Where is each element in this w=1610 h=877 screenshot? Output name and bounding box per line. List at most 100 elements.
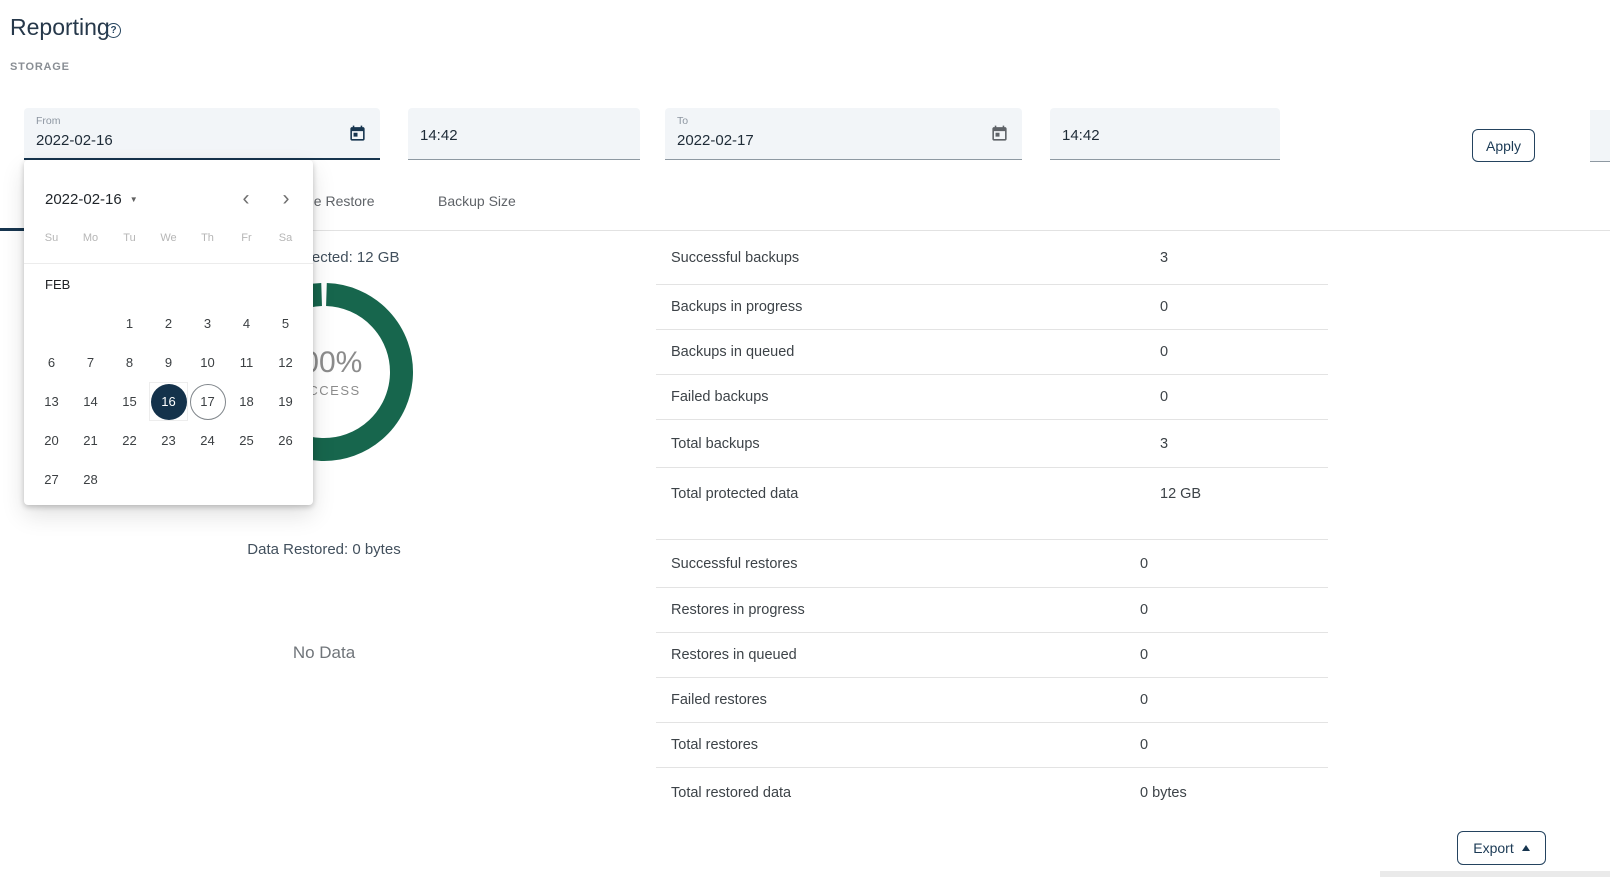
- calendar-day[interactable]: 19: [266, 382, 305, 421]
- calendar-day[interactable]: 15: [110, 382, 149, 421]
- calendar-day-number: 26: [268, 423, 304, 459]
- next-month-button[interactable]: ›: [272, 185, 300, 213]
- clipped-field-edge: [1590, 110, 1610, 162]
- calendar-day-number: 11: [229, 345, 265, 381]
- calendar-day-number: 21: [73, 423, 109, 459]
- calendar-empty-cell: [227, 460, 266, 499]
- calendar-day[interactable]: 21: [71, 421, 110, 460]
- backup-summary-table: Successful backups 3 Backups in progress…: [656, 231, 1328, 540]
- row-value: 0: [1140, 556, 1148, 572]
- active-tab-indicator: [0, 228, 24, 231]
- tab-backup-size[interactable]: Backup Size: [438, 193, 516, 209]
- row-value: 0: [1140, 647, 1148, 663]
- calendar-day-number: 25: [229, 423, 265, 459]
- calendar-icon[interactable]: [348, 124, 367, 143]
- restore-summary-table: Successful restores 0 Restores in progre…: [656, 540, 1328, 818]
- calendar-day[interactable]: 17: [188, 382, 227, 421]
- export-button[interactable]: Export: [1457, 831, 1546, 865]
- date-picker-popup: 2022-02-16▼ ‹ › Su Mo Tu We Th Fr Sa FEB…: [24, 160, 313, 505]
- calendar-day[interactable]: 22: [110, 421, 149, 460]
- help-icon-glyph: ?: [110, 25, 116, 36]
- tab-storage-restore-partial[interactable]: ge Restore: [306, 193, 374, 209]
- calendar-day[interactable]: 9: [149, 343, 188, 382]
- apply-button[interactable]: Apply: [1472, 129, 1535, 162]
- calendar-empty-cell: [188, 460, 227, 499]
- to-time-value: 14:42: [1062, 127, 1100, 144]
- calendar-weekday-row: Su Mo Tu We Th Fr Sa: [32, 232, 305, 244]
- calendar-day[interactable]: 20: [32, 421, 71, 460]
- calendar-day[interactable]: 11: [227, 343, 266, 382]
- calendar-day[interactable]: 16: [149, 382, 188, 421]
- calendar-day-number: 5: [268, 306, 304, 342]
- calendar-day-number: 19: [268, 384, 304, 420]
- calendar-day[interactable]: 25: [227, 421, 266, 460]
- row-label: Total restores: [671, 737, 758, 753]
- calendar-day[interactable]: 26: [266, 421, 305, 460]
- calendar-day[interactable]: 27: [32, 460, 71, 499]
- calendar-day-number: 18: [229, 384, 265, 420]
- previous-month-button[interactable]: ‹: [232, 185, 260, 213]
- calendar-day-number: 1: [112, 306, 148, 342]
- help-icon[interactable]: ?: [106, 23, 121, 38]
- calendar-day[interactable]: 8: [110, 343, 149, 382]
- table-row: Backups in progress 0: [656, 285, 1328, 330]
- to-time-field[interactable]: 14:42: [1050, 108, 1280, 160]
- calendar-day[interactable]: 3: [188, 304, 227, 343]
- calendar-day[interactable]: 14: [71, 382, 110, 421]
- row-label: Failed restores: [671, 692, 767, 708]
- calendar-day[interactable]: 7: [71, 343, 110, 382]
- calendar-day-number: 28: [73, 462, 109, 498]
- weekday-label: Th: [188, 232, 227, 244]
- calendar-day[interactable]: 5: [266, 304, 305, 343]
- calendar-day[interactable]: 18: [227, 382, 266, 421]
- from-field-value: 2022-02-16: [36, 132, 113, 149]
- table-row: Successful backups 3: [656, 231, 1328, 285]
- no-data-label: No Data: [124, 643, 524, 663]
- calendar-empty-cell: [110, 460, 149, 499]
- row-value: 0 bytes: [1140, 785, 1187, 801]
- calendar-month-label: FEB: [45, 277, 70, 292]
- calendar-empty-cell: [149, 460, 188, 499]
- calendar-grid: 1234567891011121314151617181920212223242…: [32, 304, 305, 499]
- table-row: Backups in queued 0: [656, 330, 1328, 375]
- row-label: Backups in queued: [671, 344, 794, 360]
- calendar-day-number: 12: [268, 345, 304, 381]
- calendar-day-number: 13: [34, 384, 70, 420]
- calendar-year-month-dropdown[interactable]: 2022-02-16▼: [45, 191, 138, 208]
- calendar-day-number: 3: [190, 306, 226, 342]
- calendar-day[interactable]: 24: [188, 421, 227, 460]
- calendar-day[interactable]: 28: [71, 460, 110, 499]
- calendar-day-number: 9: [151, 345, 187, 381]
- to-field-label: To: [677, 115, 688, 127]
- calendar-day-number: 15: [112, 384, 148, 420]
- calendar-icon[interactable]: [990, 124, 1009, 143]
- to-date-field[interactable]: To 2022-02-17: [665, 108, 1022, 160]
- row-label: Total protected data: [671, 486, 798, 502]
- table-row: Successful restores 0: [656, 540, 1328, 588]
- horizontal-scrollbar[interactable]: [1380, 871, 1610, 877]
- row-label: Total restored data: [671, 785, 791, 801]
- export-button-label: Export: [1473, 840, 1513, 856]
- apply-button-label: Apply: [1486, 138, 1521, 154]
- chevron-down-icon: ▼: [130, 195, 138, 204]
- calendar-day[interactable]: 10: [188, 343, 227, 382]
- calendar-day[interactable]: 23: [149, 421, 188, 460]
- table-row: Total protected data 12 GB: [656, 468, 1328, 540]
- calendar-day[interactable]: 1: [110, 304, 149, 343]
- table-row: Total restores 0: [656, 723, 1328, 768]
- table-row: Total restored data 0 bytes: [656, 768, 1328, 818]
- row-label: Successful backups: [671, 250, 799, 266]
- section-label: STORAGE: [10, 61, 70, 73]
- calendar-day[interactable]: 4: [227, 304, 266, 343]
- calendar-day-number: 22: [112, 423, 148, 459]
- calendar-day[interactable]: 6: [32, 343, 71, 382]
- table-row: Failed restores 0: [656, 678, 1328, 723]
- from-time-field[interactable]: 14:42: [408, 108, 640, 160]
- page-title: Reporting: [10, 14, 110, 41]
- calendar-empty-cell: [71, 304, 110, 343]
- calendar-day[interactable]: 13: [32, 382, 71, 421]
- calendar-day[interactable]: 12: [266, 343, 305, 382]
- row-value: 0: [1160, 299, 1168, 315]
- from-date-field[interactable]: From 2022-02-16: [24, 108, 380, 160]
- calendar-day[interactable]: 2: [149, 304, 188, 343]
